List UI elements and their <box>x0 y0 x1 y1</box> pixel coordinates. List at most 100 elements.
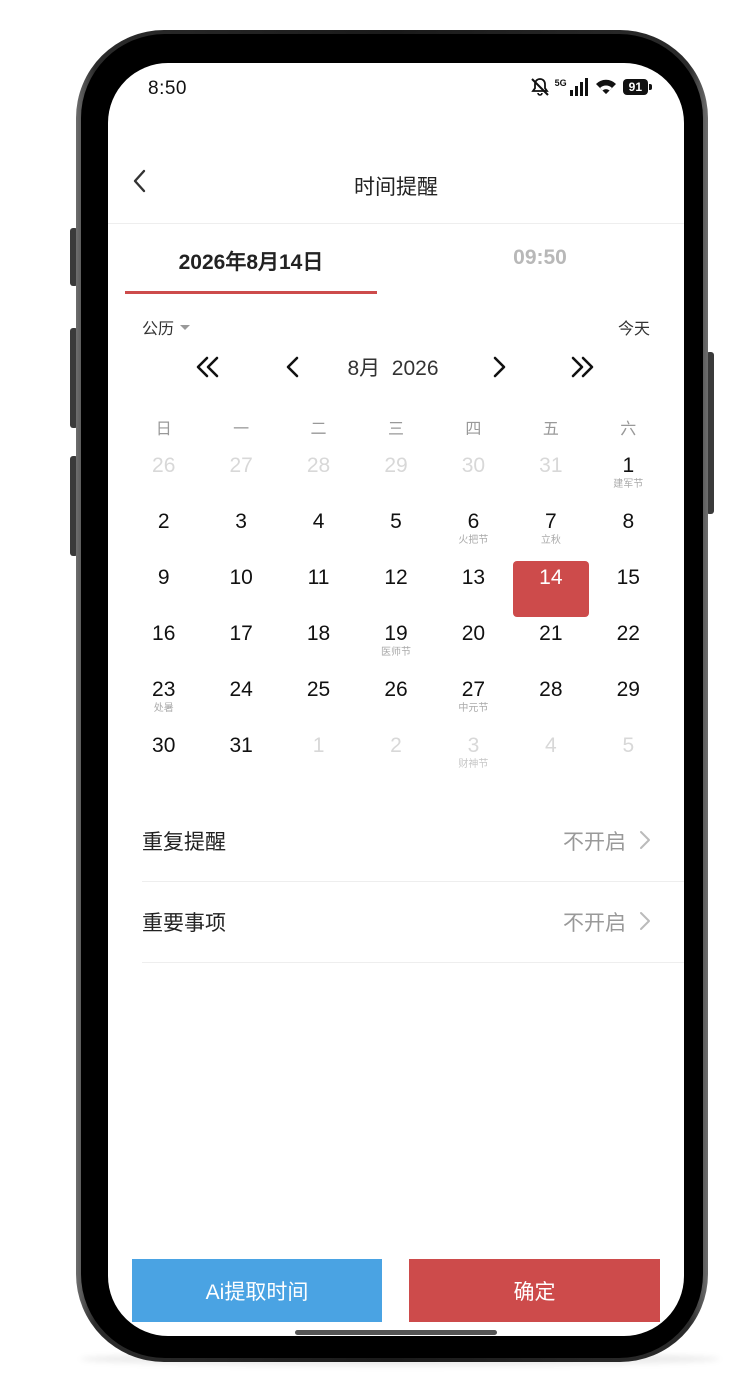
day-number: 5 <box>390 510 402 533</box>
chevron-left-icon[interactable] <box>278 354 308 380</box>
calendar-day[interactable]: 4 <box>280 503 357 559</box>
signal-icon <box>569 78 588 96</box>
calendar-day[interactable]: 31 <box>512 447 589 503</box>
calendar-day[interactable]: 3 <box>202 503 279 559</box>
day-number: 26 <box>384 678 408 701</box>
day-number: 29 <box>384 454 408 477</box>
day-number: 27 <box>461 678 486 701</box>
day-number: 4 <box>545 734 557 757</box>
calendar-day[interactable]: 1 建军节 <box>590 447 667 503</box>
day-number: 16 <box>152 622 176 645</box>
tab-date[interactable]: 2026年8月14日 <box>125 246 377 291</box>
day-number: 15 <box>616 566 640 589</box>
calendar-day[interactable]: 2 <box>125 503 202 559</box>
festival-label: 中元节 <box>458 703 489 714</box>
ai-extract-time-button[interactable]: Ai提取时间 <box>132 1259 382 1322</box>
calendar-day[interactable]: 15 <box>590 559 667 615</box>
chevron-right-icon <box>640 831 650 849</box>
day-number: 8 <box>622 510 635 533</box>
double-chevron-right-icon[interactable] <box>567 354 597 380</box>
day-number: 27 <box>229 454 253 477</box>
calendar-day-selected[interactable]: 14 <box>512 559 589 617</box>
calendar-day[interactable]: 6 火把节 <box>435 503 512 559</box>
day-number: 1 <box>622 454 635 477</box>
day-number: 7 <box>545 510 557 533</box>
navigation-bar: 时间提醒 <box>108 156 684 224</box>
day-number: 3 <box>467 734 480 757</box>
calendar-day[interactable]: 8 <box>590 503 667 559</box>
calendar-day[interactable]: 1 <box>280 727 357 783</box>
calendar-day[interactable]: 2 <box>357 727 434 783</box>
chevron-right-icon[interactable] <box>484 354 514 380</box>
calendar-day[interactable]: 12 <box>357 559 434 615</box>
calendar-day[interactable]: 18 <box>280 615 357 671</box>
calendar-day[interactable]: 29 <box>357 447 434 503</box>
calendar-day[interactable]: 19 医师节 <box>357 615 434 671</box>
repeat-reminder-row[interactable]: 重复提醒 不开启 <box>142 801 684 882</box>
festival-label: 财神节 <box>458 759 489 770</box>
weekday-header: 日 一 二 三 四 五 六 <box>125 415 667 439</box>
calendar-day[interactable]: 24 <box>202 671 279 727</box>
calendar-mode-dropdown[interactable]: 公历 <box>142 315 191 339</box>
calendar-day[interactable]: 29 <box>590 671 667 727</box>
calendar-day[interactable]: 23 处暑 <box>125 671 202 727</box>
day-number: 2 <box>157 510 170 533</box>
calendar-day[interactable]: 26 <box>125 447 202 503</box>
double-chevron-left-icon[interactable] <box>193 354 223 380</box>
setting-value: 不开启 <box>563 912 626 935</box>
calendar-day[interactable]: 3 财神节 <box>435 727 512 783</box>
home-indicator[interactable] <box>295 1330 497 1335</box>
day-number: 25 <box>306 678 331 701</box>
month-year-label: 8月 2026 <box>347 357 439 380</box>
calendar-day[interactable]: 31 <box>202 727 279 783</box>
calendar-day[interactable]: 30 <box>435 447 512 503</box>
setting-label: 重复提醒 <box>142 831 226 854</box>
calendar-day[interactable]: 25 <box>280 671 357 727</box>
day-number: 18 <box>306 622 331 645</box>
active-tab-indicator <box>125 291 377 294</box>
festival-label: 医师节 <box>380 647 411 658</box>
calendar-day[interactable]: 13 <box>435 559 512 615</box>
chevron-right-icon <box>640 912 650 930</box>
day-number: 12 <box>384 566 408 589</box>
calendar-day[interactable]: 4 <box>512 727 589 783</box>
weekday-label: 日 <box>155 421 172 438</box>
day-number: 20 <box>461 622 486 645</box>
festival-label: 处暑 <box>153 703 174 714</box>
today-button[interactable]: 今天 <box>618 315 650 339</box>
day-number: 2 <box>390 734 402 757</box>
day-number: 11 <box>307 566 330 589</box>
festival-label: 建军节 <box>613 479 644 490</box>
calendar-day[interactable]: 28 <box>512 671 589 727</box>
calendar-day[interactable]: 5 <box>357 503 434 559</box>
calendar-day[interactable]: 9 <box>125 559 202 615</box>
calendar-day[interactable]: 10 <box>202 559 279 615</box>
calendar-day[interactable]: 30 <box>125 727 202 783</box>
day-number: 19 <box>384 622 408 645</box>
wifi-icon <box>595 79 616 94</box>
setting-label: 重要事项 <box>142 912 226 935</box>
tab-time[interactable]: 09:50 <box>414 246 666 291</box>
calendar-day[interactable]: 16 <box>125 615 202 671</box>
calendar-day[interactable]: 20 <box>435 615 512 671</box>
calendar-day[interactable]: 21 <box>512 615 589 671</box>
day-number: 24 <box>229 678 253 701</box>
calendar-day[interactable]: 7 立秋 <box>512 503 589 559</box>
day-number: 4 <box>312 510 325 533</box>
status-icons: 5G 91 <box>530 77 653 97</box>
calendar-day[interactable]: 27 中元节 <box>435 671 512 727</box>
calendar-day[interactable]: 22 <box>590 615 667 671</box>
calendar-day[interactable]: 26 <box>357 671 434 727</box>
day-number: 21 <box>539 622 563 645</box>
calendar-day[interactable]: 5 <box>590 727 667 783</box>
confirm-button[interactable]: 确定 <box>409 1259 660 1322</box>
weekday-label: 六 <box>620 421 637 438</box>
calendar-day[interactable]: 11 <box>280 559 357 615</box>
day-number: 28 <box>306 454 331 477</box>
day-number: 29 <box>616 678 640 701</box>
calendar-day[interactable]: 17 <box>202 615 279 671</box>
day-number: 22 <box>616 622 640 645</box>
calendar-day[interactable]: 28 <box>280 447 357 503</box>
calendar-day[interactable]: 27 <box>202 447 279 503</box>
important-item-row[interactable]: 重要事项 不开启 <box>142 882 684 963</box>
